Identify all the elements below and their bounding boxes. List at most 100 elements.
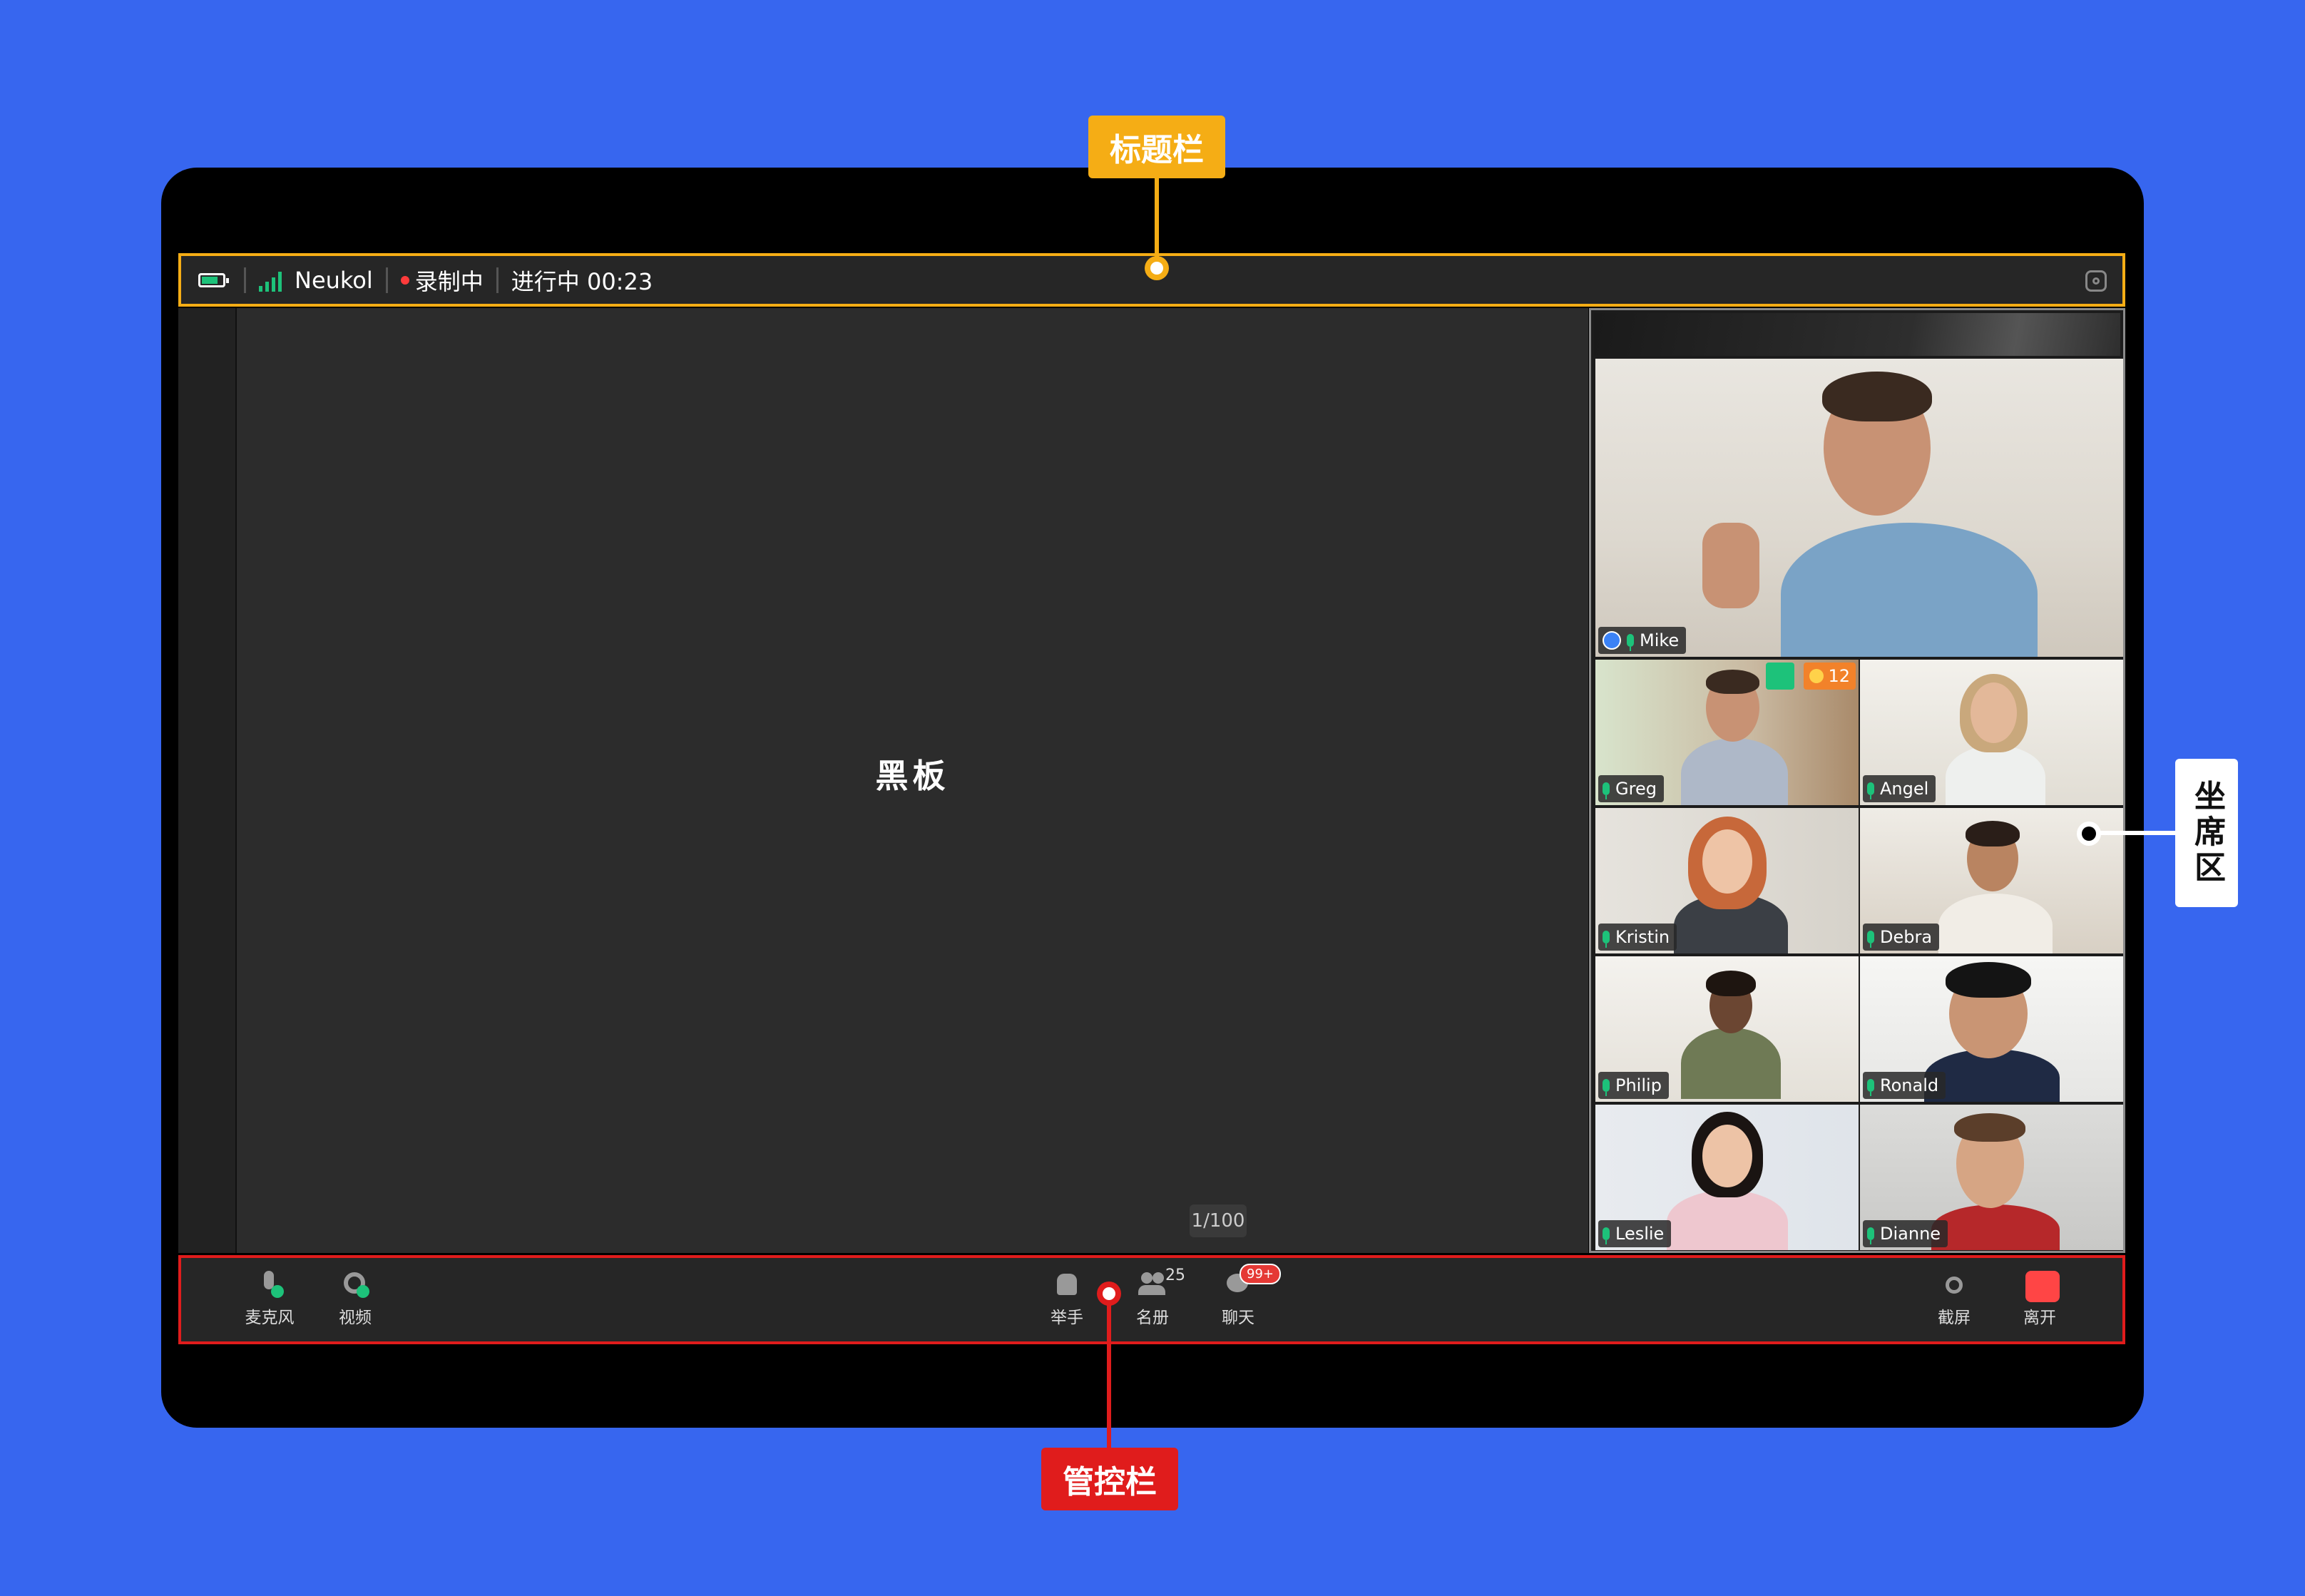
- callout-line: [1155, 178, 1159, 264]
- participant-body: [1681, 1028, 1781, 1099]
- name-tag: Angel: [1863, 775, 1936, 802]
- screenshot-button[interactable]: 截屏: [1926, 1271, 1983, 1328]
- roster-label: 名册: [1136, 1309, 1169, 1327]
- title-bar-callout: 标题栏: [1088, 116, 1225, 178]
- name-tag: Mike: [1598, 627, 1687, 654]
- seat-area-header: [1594, 313, 2120, 356]
- raise-hand-icon: [1053, 1271, 1081, 1299]
- mic-on-icon: [1603, 931, 1610, 948]
- participant-hair: [1966, 821, 2020, 846]
- callout-dot-inner: [1150, 262, 1163, 275]
- leave-label: 离开: [2023, 1309, 2056, 1327]
- video-tile[interactable]: Angel: [1860, 660, 2123, 805]
- screenshot-label: 截屏: [1938, 1309, 1971, 1327]
- raise-hand-label: 举手: [1051, 1309, 1083, 1327]
- divider: [385, 267, 388, 293]
- mic-on-icon: [1603, 782, 1610, 799]
- reward-badge: 12: [1804, 663, 1856, 690]
- username: Neukol: [295, 266, 373, 294]
- mic-on-icon: [1603, 1079, 1610, 1096]
- roster-button[interactable]: 25 名册: [1124, 1267, 1185, 1328]
- participant-hair: [1946, 962, 2031, 998]
- scissors-icon: [1940, 1271, 1968, 1299]
- blackboard[interactable]: 黑板 1/100: [237, 308, 1588, 1253]
- control-bar-callout: 管控栏: [1041, 1448, 1178, 1510]
- video-tile[interactable]: 12 Greg: [1595, 660, 1859, 805]
- video-tile[interactable]: Dianne: [1860, 1105, 2123, 1250]
- class-status-timer: 进行中 00:23: [511, 267, 653, 295]
- participant-body: [1931, 1204, 2060, 1250]
- camera-icon: [341, 1271, 369, 1299]
- participant-name: Kristin: [1615, 927, 1670, 947]
- participant-hair: [1706, 670, 1759, 694]
- participant-face: [1702, 1125, 1752, 1187]
- host-user-icon: [1603, 631, 1621, 650]
- check-icon: [357, 1285, 369, 1298]
- signal-icon: [259, 269, 282, 292]
- roster-count: 25: [1165, 1267, 1185, 1284]
- divider: [496, 267, 499, 293]
- mic-on-icon: [1867, 931, 1874, 948]
- mic-on-icon: [1867, 1079, 1874, 1096]
- participant-body: [1938, 894, 2053, 953]
- recording-dot-icon: [400, 275, 409, 285]
- participant-hair: [1954, 1113, 2025, 1142]
- settings-icon[interactable]: [2085, 270, 2107, 292]
- mic-on-icon: [1603, 1227, 1610, 1244]
- video-tile[interactable]: Leslie: [1595, 1105, 1859, 1250]
- name-tag: Ronald: [1863, 1072, 1946, 1099]
- check-icon: [271, 1285, 284, 1298]
- name-tag: Leslie: [1598, 1220, 1672, 1247]
- mic-on-icon: [1867, 782, 1874, 799]
- blackboard-label: 黑板: [875, 757, 950, 795]
- chat-button[interactable]: 99+ 聊天: [1210, 1264, 1281, 1328]
- participant-face: [1702, 829, 1752, 894]
- reward-count: 12: [1828, 666, 1850, 686]
- video-tile[interactable]: Philip: [1595, 956, 1859, 1102]
- participant-name: Mike: [1640, 630, 1680, 650]
- divider: [244, 267, 246, 293]
- video-button[interactable]: 视频: [327, 1271, 384, 1328]
- participant-body: [1681, 738, 1788, 805]
- raise-hand-button[interactable]: 举手: [1038, 1271, 1095, 1328]
- participant-name: Leslie: [1615, 1224, 1665, 1244]
- hang-up-icon: [2025, 1271, 2060, 1302]
- control-bar: 麦克风 视频 举手 25 名册 99+ 聊天 截屏 离开: [178, 1255, 2125, 1344]
- mic-on-icon: [1867, 1227, 1874, 1244]
- mic-button[interactable]: 麦克风: [241, 1271, 298, 1328]
- callout-line: [2090, 831, 2175, 835]
- participant-body: [1946, 745, 2045, 805]
- users-icon: 25: [1138, 1267, 1185, 1299]
- name-tag: Greg: [1598, 775, 1664, 802]
- participant-body: [1781, 523, 2038, 657]
- video-tile[interactable]: Ronald: [1860, 956, 2123, 1102]
- participant-name: Ronald: [1880, 1075, 1939, 1095]
- video-label: 视频: [339, 1309, 372, 1327]
- seat-area: Mike 12 Greg Angel Kristin Debra Philip …: [1589, 308, 2125, 1253]
- pen-permission-icon: [1766, 663, 1794, 690]
- leave-button[interactable]: 离开: [2011, 1271, 2068, 1328]
- callout-dot-inner: [2082, 827, 2096, 841]
- battery-icon: [198, 272, 229, 287]
- participant-hair: [1822, 372, 1932, 421]
- callout-dot-inner: [1103, 1287, 1115, 1300]
- video-tile-main[interactable]: Mike: [1595, 359, 2123, 657]
- chat-unread-badge: 99+: [1240, 1264, 1281, 1284]
- participant-name: Greg: [1615, 779, 1657, 799]
- participant-name: Angel: [1880, 779, 1929, 799]
- name-tag: Philip: [1598, 1072, 1669, 1099]
- microphone-icon: [255, 1271, 284, 1299]
- participant-name: Philip: [1615, 1075, 1662, 1095]
- name-tag: Dianne: [1863, 1220, 1948, 1247]
- name-tag: Debra: [1863, 924, 1940, 951]
- page-indicator: 1/100: [1190, 1204, 1247, 1237]
- participant-name: Debra: [1880, 927, 1933, 947]
- participant-body: [1667, 1190, 1788, 1250]
- waving-hand: [1702, 523, 1759, 608]
- participant-face: [1971, 682, 2017, 743]
- chat-icon: 99+: [1224, 1264, 1281, 1299]
- chat-label: 聊天: [1222, 1309, 1254, 1327]
- left-toolbar-strip: [178, 308, 237, 1253]
- name-tag: Kristin: [1598, 924, 1677, 951]
- video-tile[interactable]: Kristin: [1595, 808, 1859, 953]
